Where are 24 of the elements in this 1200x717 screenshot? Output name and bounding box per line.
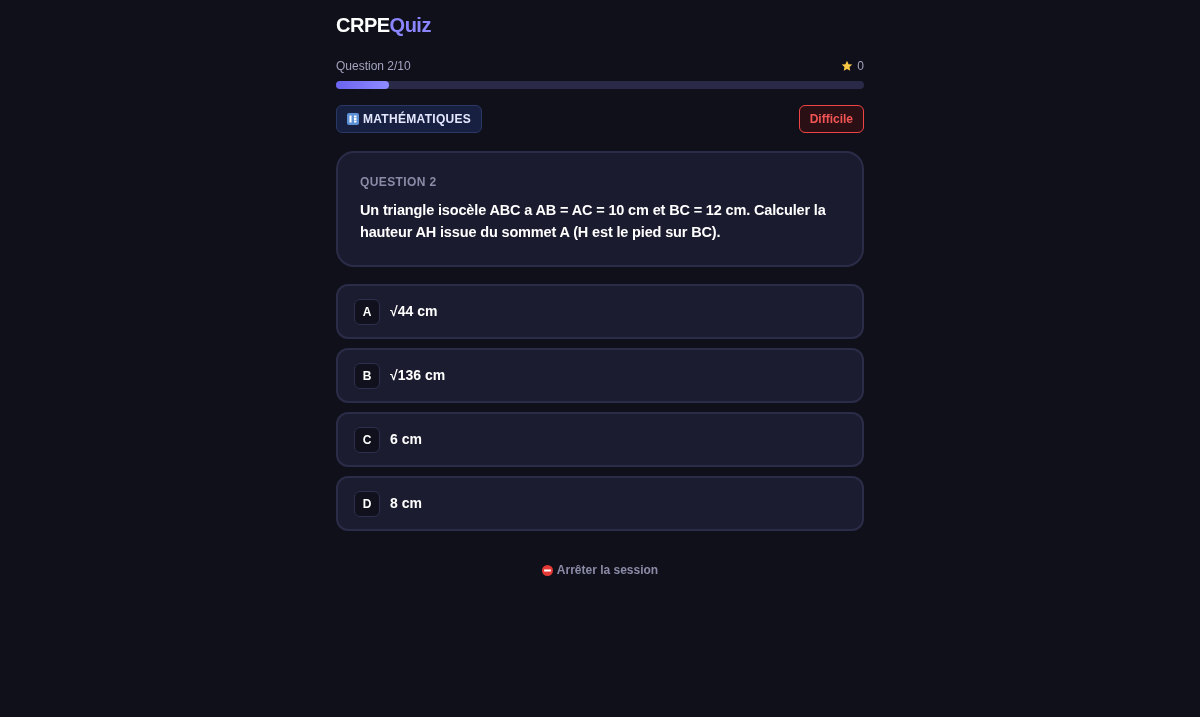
option-text: 8 cm (390, 494, 422, 513)
option-letter: C (354, 426, 380, 453)
question-number: QUESTION 2 (360, 174, 438, 191)
category-label: MATHÉMATIQUES (363, 110, 472, 128)
logo-text: CRPE (336, 13, 390, 37)
answer-option[interactable]: A √44 cm (336, 284, 864, 339)
option-letter: D (354, 490, 380, 517)
number-keys-icon (347, 113, 359, 125)
answer-option[interactable]: D 8 cm (336, 476, 864, 531)
score-count: 0 (857, 58, 864, 75)
progress-label: Question 2/10 (336, 58, 411, 75)
logo-accent-text: Quiz (389, 13, 431, 37)
difficulty-badge: Difficile (798, 105, 864, 133)
answer-option[interactable]: C 6 cm (336, 412, 864, 467)
option-text: 6 cm (390, 430, 422, 449)
question-text: Un triangle isocèle ABC a AB = AC = 10 cm et BC = 12 cm. Calculer la hauteur AH issue du sommet A (H est le pied sur BC). (360, 201, 827, 242)
option-text: √44 cm (390, 302, 438, 321)
option-letter: B (354, 362, 380, 389)
option-text: √136 cm (390, 366, 446, 385)
stop-session-link[interactable]: Arrêter la session (541, 561, 659, 579)
star-icon (841, 60, 854, 72)
answer-option[interactable]: B √136 cm (336, 348, 864, 403)
option-letter: A (354, 298, 380, 325)
no-entry-icon (541, 564, 553, 576)
